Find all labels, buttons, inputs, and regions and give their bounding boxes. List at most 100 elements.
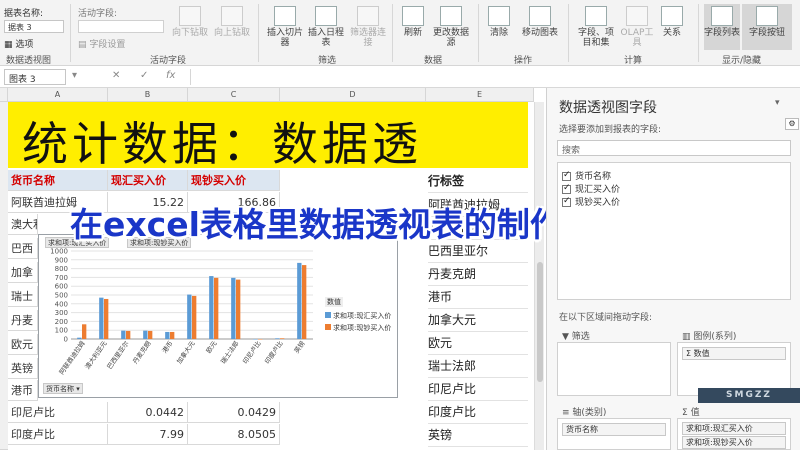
- field-settings-icon: ▤: [78, 40, 90, 50]
- field-buttons-label: 字段按钮: [748, 28, 785, 38]
- change-source-button[interactable]: 更改数据源: [430, 6, 472, 48]
- table-cell[interactable]: 澳大利亚元: [8, 214, 38, 235]
- column-header-d[interactable]: D: [280, 88, 426, 102]
- field-buttons-button[interactable]: 字段按钮: [742, 4, 792, 50]
- column-header-b[interactable]: B: [108, 88, 188, 102]
- field-item-cash-rate[interactable]: 现钞买入价: [562, 195, 620, 208]
- fields-items-button[interactable]: 字段、项目和集: [574, 6, 618, 48]
- axis-area[interactable]: ≡ 轴(类别) 货币名称: [557, 408, 671, 450]
- table-cell[interactable]: 港币: [8, 380, 38, 401]
- row-header-strip[interactable]: [0, 102, 8, 450]
- table-cell[interactable]: 加拿: [8, 262, 38, 283]
- checkbox-checked-icon[interactable]: [562, 196, 571, 207]
- field-settings-button[interactable]: ▤ 字段设置: [78, 37, 125, 50]
- scrollbar-thumb[interactable]: [537, 262, 543, 382]
- pivot-row-item[interactable]: 港币: [428, 286, 528, 309]
- formula-input[interactable]: [190, 69, 540, 85]
- axis-field-chip[interactable]: 货币名称 ▾: [43, 383, 83, 394]
- legend-area-label: 图例(系列): [693, 332, 737, 342]
- eraser-icon: [488, 6, 510, 26]
- refresh-icon: [402, 6, 424, 26]
- table-cell[interactable]: 7.99: [108, 424, 188, 445]
- field-item-currency[interactable]: 货币名称: [562, 169, 611, 182]
- banner-cell[interactable]: 统计数据：数据透: [8, 102, 528, 171]
- table-cell[interactable]: 巴西: [8, 238, 38, 259]
- field-settings-label: 字段设置: [89, 40, 126, 50]
- y-tick-label: 100: [55, 327, 68, 335]
- formula-bar: 图表 3 ▾ ✕ ✓ fx: [0, 66, 800, 88]
- table-cell[interactable]: 英镑: [8, 358, 38, 379]
- insert-timeline-button[interactable]: 插入日程表: [306, 6, 346, 48]
- insert-slicer-button[interactable]: 插入切片器: [266, 6, 304, 48]
- table-header-currency[interactable]: 货币名称: [8, 170, 108, 191]
- table-header-spot-rate[interactable]: 现汇买入价: [108, 170, 188, 191]
- checkbox-checked-icon[interactable]: [562, 183, 571, 194]
- select-all-corner[interactable]: [0, 88, 8, 102]
- clear-button[interactable]: 清除: [484, 6, 514, 38]
- field-list-label: 字段列表: [704, 28, 741, 38]
- table-cell[interactable]: 印尼卢比: [8, 402, 108, 423]
- column-header-e[interactable]: E: [426, 88, 534, 102]
- filters-area[interactable]: ▼ 筛选: [557, 332, 671, 396]
- legend-item-series-1[interactable]: 求和项:现汇买入价: [325, 311, 391, 321]
- axis-field-currency[interactable]: 货币名称: [562, 423, 666, 436]
- cancel-icon[interactable]: ✕: [112, 70, 120, 81]
- name-box[interactable]: 图表 3: [4, 69, 66, 85]
- pivot-row-item[interactable]: 丹麦克朗: [428, 263, 528, 286]
- pane-options-icon[interactable]: ▾: [775, 98, 780, 108]
- table-cell[interactable]: 欧元: [8, 334, 38, 355]
- move-chart-icon: [529, 6, 551, 26]
- table-cell[interactable]: 丹麦: [8, 310, 38, 331]
- legend-icon: ▥: [682, 332, 694, 342]
- column-header-c[interactable]: C: [188, 88, 280, 102]
- tools-gear-icon[interactable]: ⚙: [785, 118, 799, 130]
- move-chart-button[interactable]: 移动图表: [516, 6, 564, 38]
- relationships-button[interactable]: 关系: [656, 6, 688, 38]
- pivot-row-item[interactable]: 欧元: [428, 332, 528, 355]
- options-button[interactable]: ▦ 选项: [4, 37, 33, 50]
- field-list-button[interactable]: 字段列表: [704, 4, 740, 50]
- bar-cash-rate: [104, 298, 109, 339]
- pivot-row-item[interactable]: 英镑: [428, 424, 528, 447]
- bar-spot-rate: [209, 276, 214, 339]
- vertical-scrollbar[interactable]: [534, 102, 544, 450]
- value-field-spot-rate[interactable]: 求和项:现汇买入价: [682, 422, 786, 435]
- x-category-label: 港币: [160, 339, 175, 355]
- values-area[interactable]: Σ 值 求和项:现汇买入价 求和项:现钞买入价: [677, 408, 791, 450]
- filter-connections-button[interactable]: 筛选器连接: [348, 6, 388, 48]
- table-header-cash-rate[interactable]: 现钞买入价: [188, 170, 280, 191]
- pivot-row-header[interactable]: 行标签: [428, 170, 528, 193]
- field-search-input[interactable]: 搜索: [557, 140, 791, 156]
- pivot-row-item[interactable]: 瑞士法郎: [428, 355, 528, 378]
- x-category-label: 加拿大元: [174, 339, 197, 366]
- table-cell[interactable]: 8.0505: [188, 424, 280, 445]
- pivot-row-item[interactable]: 印度卢比: [428, 401, 528, 424]
- drill-up-label: 向上钻取: [213, 28, 250, 38]
- value-field-cash-rate[interactable]: 求和项:现钞买入价: [682, 436, 786, 449]
- table-cell[interactable]: 印度卢比: [8, 424, 108, 445]
- table-cell[interactable]: 0.0442: [108, 402, 188, 423]
- x-category-label: 巴西里亚尔: [105, 339, 131, 371]
- pivot-chart[interactable]: 求和项:现汇买入价 求和项:现钞买入价 0 100 200 300 400 500 600 7…: [38, 234, 398, 398]
- bar-cash-rate: [302, 265, 307, 339]
- table-cell[interactable]: 瑞士: [8, 286, 38, 307]
- olap-tools-button[interactable]: OLAP工具: [620, 6, 654, 48]
- function-icon[interactable]: fx: [166, 70, 175, 81]
- pivot-name-input[interactable]: 据表 3: [4, 20, 64, 33]
- pivot-row-item[interactable]: 印尼卢比: [428, 378, 528, 401]
- legend-field-values[interactable]: Σ 数值: [682, 347, 786, 360]
- field-item-spot-rate[interactable]: 现汇买入价: [562, 182, 620, 195]
- active-field-input[interactable]: [78, 20, 164, 33]
- drill-down-button[interactable]: 向下钻取: [170, 6, 210, 38]
- refresh-button[interactable]: 刷新: [398, 6, 428, 38]
- table-cell[interactable]: 0.0429: [188, 402, 280, 423]
- drill-up-button[interactable]: 向上钻取: [212, 6, 252, 38]
- column-header-a[interactable]: A: [8, 88, 108, 102]
- legend-item-series-2[interactable]: 求和项:现钞买入价: [325, 323, 391, 333]
- filter-icon: [357, 6, 379, 26]
- pivot-row-item[interactable]: 加拿大元: [428, 309, 528, 332]
- legend-swatch: [325, 312, 331, 318]
- checkbox-checked-icon[interactable]: [562, 170, 571, 181]
- namebox-dropdown-icon[interactable]: ▾: [72, 70, 77, 81]
- enter-icon[interactable]: ✓: [140, 70, 148, 81]
